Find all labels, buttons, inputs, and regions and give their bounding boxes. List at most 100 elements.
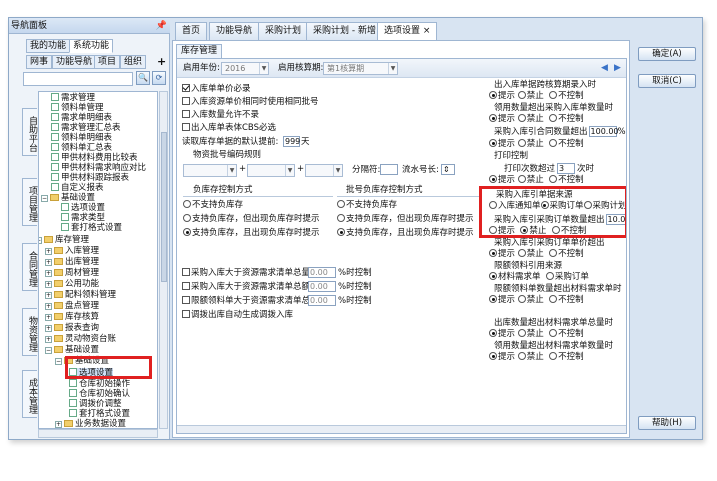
tab-home[interactable]: 首页 bbox=[175, 22, 208, 40]
tree-folder[interactable]: + 业务数据设置 bbox=[55, 419, 126, 428]
tree-folder[interactable]: + 入库管理 bbox=[45, 246, 99, 257]
radio-neg-2[interactable]: 支持负库存，但出现负库存时提示 bbox=[183, 214, 320, 225]
radio-row-print[interactable]: 提示 禁止 不控制 bbox=[489, 175, 584, 186]
checkbox-checked-icon[interactable] bbox=[182, 84, 190, 92]
batch-rule-select-2[interactable]: ▼ bbox=[247, 164, 295, 177]
tree-folder[interactable]: + 出库管理 bbox=[45, 257, 99, 268]
refresh-icon[interactable]: ⟳ bbox=[152, 71, 166, 85]
tab-inventory-management[interactable]: 库存管理 bbox=[176, 44, 223, 58]
radio-selected-icon[interactable] bbox=[183, 228, 191, 236]
tree-folder[interactable]: + 公用功能 bbox=[45, 279, 99, 290]
tab-option-settings[interactable]: 选项设置 × bbox=[377, 22, 438, 41]
sidetab-0[interactable]: 自助平台 bbox=[22, 108, 37, 156]
checkbox-icon[interactable] bbox=[182, 97, 190, 105]
arrow-left-icon[interactable]: ◀ bbox=[601, 63, 608, 73]
expand-icon[interactable]: + bbox=[45, 292, 52, 299]
radio-row-contract-qty[interactable]: 提示 禁止 不控制 bbox=[489, 139, 584, 150]
help-button[interactable]: 帮助(H) bbox=[638, 416, 696, 430]
search-icon[interactable]: 🔍 bbox=[136, 71, 150, 85]
checkbox-icon[interactable] bbox=[182, 123, 190, 131]
req-qty-input[interactable]: 0.00 bbox=[308, 267, 336, 278]
radio-row-out-qty[interactable]: 提示 禁止 不控制 bbox=[489, 329, 584, 340]
radio-row-limit-source[interactable]: 材料需求单 采购订单 bbox=[489, 272, 589, 283]
tree-item[interactable]: 套打格式设置 bbox=[61, 223, 122, 234]
checkbox-req-amount[interactable]: 采购入库大于资源需求清单总额 bbox=[182, 282, 310, 293]
radio-lot-1[interactable]: 不支持负库存 bbox=[337, 200, 397, 211]
radio-row-receive-qty[interactable]: 提示 禁止 不控制 bbox=[489, 114, 584, 125]
collapse-icon[interactable]: − bbox=[55, 358, 62, 365]
checkbox-icon[interactable] bbox=[182, 110, 190, 118]
contract-qty-input[interactable]: 100.00 bbox=[588, 126, 619, 137]
expand-icon[interactable]: + bbox=[45, 314, 52, 321]
period-select[interactable]: 第1核算期 ▼ bbox=[323, 62, 398, 75]
cancel-button[interactable]: 取消(C) bbox=[638, 74, 696, 88]
tab-system-functions[interactable]: 系统功能 bbox=[69, 39, 114, 53]
radio-icon[interactable] bbox=[183, 214, 191, 222]
days-input[interactable]: 999 bbox=[283, 136, 300, 147]
sidetab-1[interactable]: 项目管理 bbox=[22, 178, 37, 226]
sidetab-4[interactable]: 成本管理 bbox=[22, 370, 37, 418]
tab-purchase-plan-new[interactable]: 采购计划 - 新增 bbox=[306, 22, 383, 40]
radio-selected-icon[interactable] bbox=[337, 228, 345, 236]
expand-icon[interactable]: + bbox=[45, 325, 52, 332]
checkbox-icon[interactable] bbox=[182, 310, 190, 318]
batch-rule-select-1[interactable]: ▼ bbox=[183, 164, 237, 177]
checkbox-same-batch[interactable]: 入库资源单价相同时使用相同批号 bbox=[182, 97, 319, 108]
radio-lot-2[interactable]: 支持负库存，但出现负库存时提示 bbox=[337, 214, 480, 225]
expand-icon[interactable]: + bbox=[55, 421, 62, 428]
expand-icon[interactable]: + bbox=[45, 270, 52, 277]
collapse-icon[interactable]: − bbox=[41, 195, 48, 202]
tab-purchase-plan[interactable]: 采购计划 bbox=[258, 22, 309, 40]
radio-icon[interactable] bbox=[337, 200, 345, 208]
expand-icon[interactable]: + bbox=[45, 336, 52, 343]
tree-folder[interactable]: −库存管理 bbox=[39, 235, 89, 246]
limit-qty-input[interactable]: 0.00 bbox=[308, 295, 336, 306]
radio-row-cross-period[interactable]: 提示 禁止 不控制 bbox=[489, 91, 584, 102]
scroll-thumb[interactable] bbox=[161, 132, 167, 282]
checkbox-auto-transfer[interactable]: 调拨出库自动生成调拨入库 bbox=[182, 310, 293, 321]
collapse-icon[interactable]: − bbox=[39, 237, 42, 244]
add-icon[interactable]: + bbox=[157, 55, 166, 68]
tree-folder[interactable]: + 灵动物资台账 bbox=[45, 334, 116, 345]
sidetab-2[interactable]: 合同管理 bbox=[22, 243, 37, 291]
radio-icon[interactable] bbox=[183, 200, 191, 208]
arrow-right-icon[interactable]: ▶ bbox=[614, 63, 621, 73]
separator-input[interactable] bbox=[380, 164, 398, 175]
pane-horizontal-scrollbar[interactable] bbox=[177, 425, 626, 433]
tree-folder[interactable]: − 基础设置 bbox=[45, 345, 99, 356]
radio-row-limit-qty[interactable]: 提示 禁止 不控制 bbox=[489, 295, 584, 306]
expand-icon[interactable]: + bbox=[45, 281, 52, 288]
tab-my-functions[interactable]: 我的功能 bbox=[26, 39, 71, 53]
ok-button[interactable]: 确定(A) bbox=[638, 47, 696, 61]
batch-rule-select-3[interactable]: ▼ bbox=[305, 164, 343, 177]
radio-row-order-price[interactable]: 提示 禁止 不控制 bbox=[489, 249, 584, 260]
nav-vertical-scrollbar[interactable] bbox=[159, 91, 168, 429]
expand-icon[interactable]: + bbox=[45, 259, 52, 266]
tree-folder[interactable]: + 盘点管理 bbox=[45, 301, 99, 312]
expand-icon[interactable]: + bbox=[45, 303, 52, 310]
checkbox-qty-optional[interactable]: 入库数量允许不录 bbox=[182, 110, 259, 121]
checkbox-icon[interactable] bbox=[182, 296, 190, 304]
subtab-1[interactable]: 功能导航 bbox=[52, 55, 97, 69]
expand-icon[interactable]: + bbox=[45, 248, 52, 255]
tree-folder[interactable]: + 配料领料管理 bbox=[45, 290, 116, 301]
subtab-2[interactable]: 项目 bbox=[94, 55, 121, 69]
nav-horizontal-scrollbar[interactable] bbox=[38, 429, 158, 438]
print-count-input[interactable]: 3 bbox=[557, 163, 576, 174]
req-amount-input[interactable]: 0.00 bbox=[308, 281, 336, 292]
tree-folder[interactable]: + 周材管理 bbox=[45, 268, 99, 279]
serial-length-stepper[interactable]: ⇕ bbox=[441, 164, 455, 175]
radio-neg-3[interactable]: 支持负库存，且出现负库存时提示 bbox=[183, 228, 320, 239]
subtab-0[interactable]: 网事 bbox=[26, 55, 53, 69]
tree-folder[interactable]: + 报表查询 bbox=[45, 323, 99, 334]
subtab-3[interactable]: 组织 bbox=[120, 55, 147, 69]
checkbox-icon[interactable] bbox=[182, 268, 190, 276]
radio-neg-1[interactable]: 不支持负库存 bbox=[183, 200, 243, 211]
nav-search-input[interactable] bbox=[23, 72, 133, 86]
checkbox-price-required[interactable]: 入库单单价必录 bbox=[182, 84, 251, 95]
year-select[interactable]: 2016 ▼ bbox=[221, 62, 269, 75]
radio-lot-3[interactable]: 支持负库存，且出现负库存时提示 bbox=[337, 228, 474, 239]
pin-icon[interactable]: 📌 bbox=[156, 18, 167, 34]
checkbox-req-qty[interactable]: 采购入库大于资源需求清单总量 bbox=[182, 268, 310, 279]
checkbox-icon[interactable] bbox=[182, 282, 190, 290]
